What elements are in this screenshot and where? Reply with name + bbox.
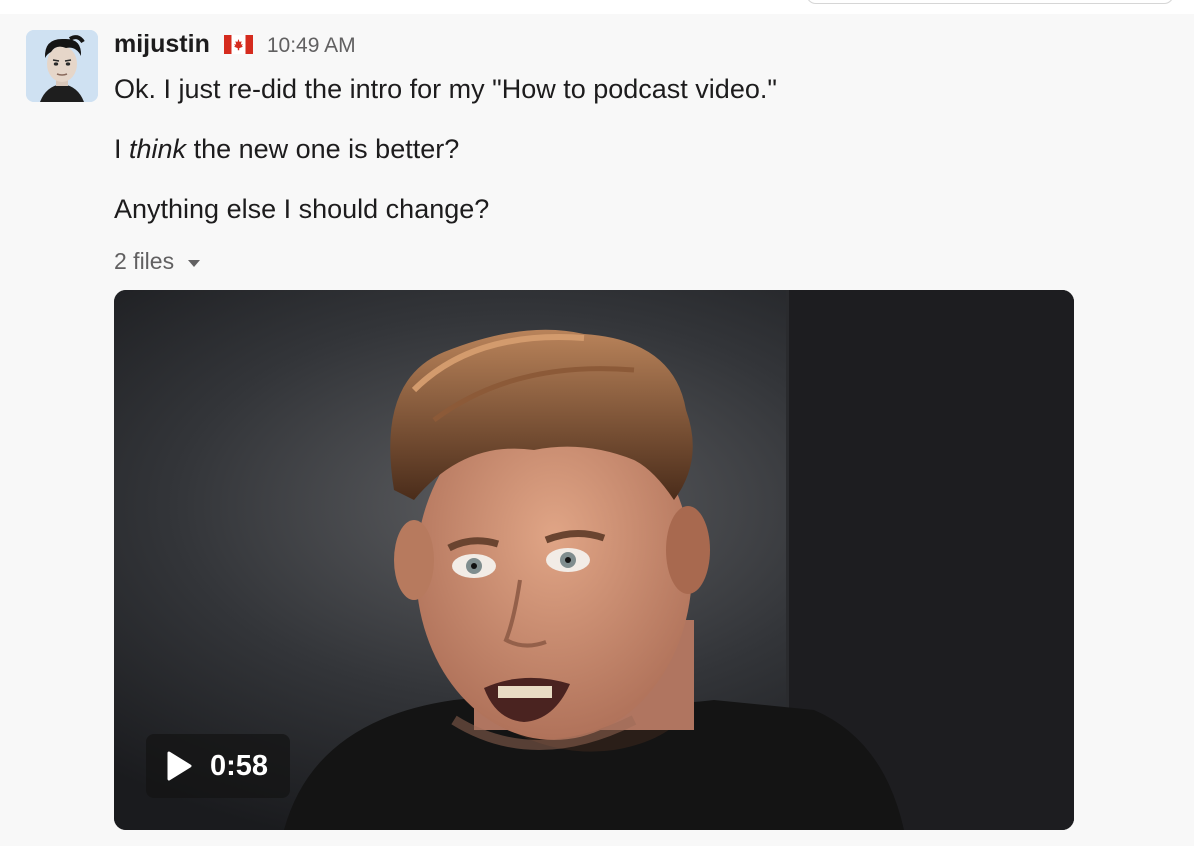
message-item: mijustin 10:49 AM Ok. I just re-did the … (0, 14, 1194, 846)
message-text-line: Anything else I should change? (114, 194, 490, 224)
caret-down-icon (188, 260, 201, 267)
thread-edge (806, 0, 1174, 4)
play-icon (167, 751, 192, 781)
message-text-prefix: I (114, 134, 130, 164)
video-duration: 0:58 (210, 749, 269, 782)
avatar[interactable] (26, 30, 98, 102)
play-button[interactable]: 0:58 (146, 734, 290, 798)
files-toggle-label: 2 files (114, 248, 175, 274)
message-text-suffix: the new one is better? (186, 134, 460, 164)
message-text-line: I think the new one is better? (114, 134, 459, 165)
message-header: mijustin 10:49 AM (114, 30, 356, 64)
top-strip (0, 0, 1194, 14)
message-text-line: Ok. I just re-did the intro for my "How … (114, 74, 777, 104)
video-attachment[interactable]: 0:58 (114, 290, 1074, 830)
avatar-illustration (26, 30, 98, 102)
files-toggle[interactable]: 2 files (114, 248, 201, 275)
username[interactable]: mijustin (114, 30, 210, 59)
message-text-emphasis: think (129, 134, 187, 164)
timestamp[interactable]: 10:49 AM (267, 34, 356, 58)
canada-flag-icon (223, 35, 253, 54)
